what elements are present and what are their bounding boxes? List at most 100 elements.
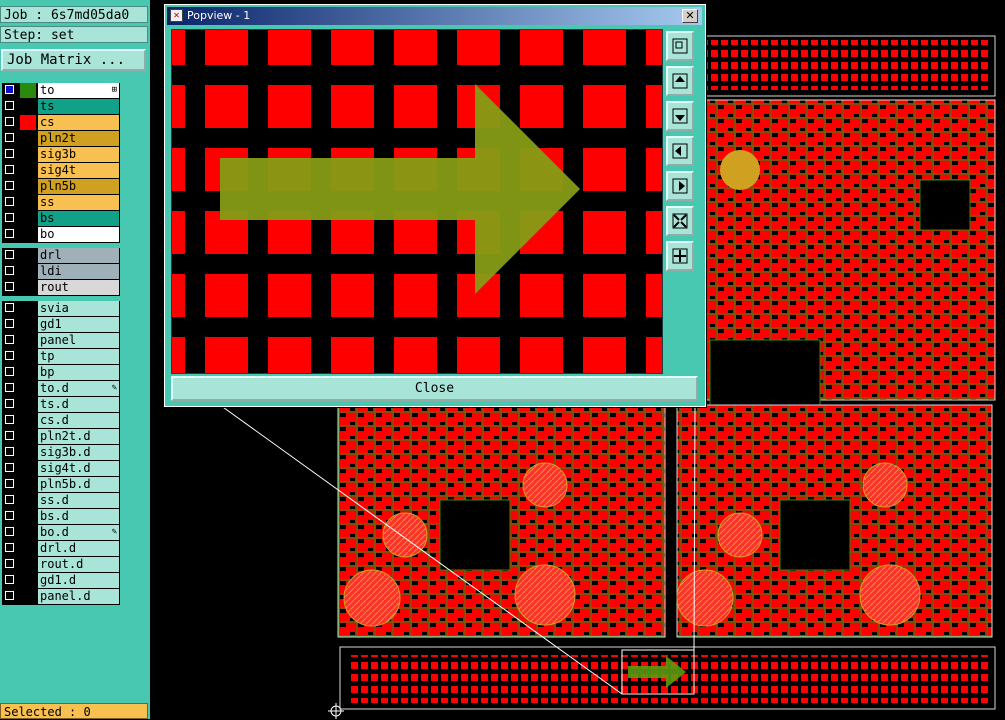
layer-color-swatch[interactable] [20, 317, 36, 332]
layer-color-swatch[interactable] [20, 301, 36, 316]
layer-row-to[interactable]: to ⊞ [2, 83, 120, 98]
popview-canvas[interactable] [171, 29, 663, 374]
layer-name[interactable]: bp [38, 365, 119, 380]
layer-row-gd1[interactable]: gd1 [2, 317, 120, 332]
layer-checkbox[interactable] [5, 399, 14, 408]
layer-name[interactable]: to.d ✎ [38, 381, 119, 396]
layer-name[interactable]: drl.d [38, 541, 119, 556]
layer-name[interactable]: cs.d [38, 413, 119, 428]
layer-row-cs[interactable]: cs [2, 115, 120, 130]
layer-color-swatch[interactable] [20, 248, 36, 263]
layer-row-ldi[interactable]: ldi [2, 264, 120, 279]
layer-color-swatch[interactable] [20, 264, 36, 279]
layer-name[interactable]: bo [38, 227, 119, 242]
layer-color-swatch[interactable] [20, 147, 36, 162]
layer-name[interactable]: pln5b.d [38, 477, 119, 492]
layer-checkbox[interactable] [5, 415, 14, 424]
layer-checkbox[interactable] [5, 101, 14, 110]
layer-color-swatch[interactable] [20, 429, 36, 444]
layer-checkbox[interactable] [5, 282, 14, 291]
layer-name[interactable]: bs [38, 211, 119, 226]
layer-checkbox[interactable] [5, 575, 14, 584]
layer-row-ts-d[interactable]: ts.d [2, 397, 120, 412]
layer-color-swatch[interactable] [20, 461, 36, 476]
layer-row-rout-d[interactable]: rout.d [2, 557, 120, 572]
layer-name[interactable]: tp [38, 349, 119, 364]
layer-name[interactable]: gd1 [38, 317, 119, 332]
layer-row-cs-d[interactable]: cs.d [2, 413, 120, 428]
layer-name[interactable]: svia [38, 301, 119, 316]
pan-up-icon[interactable] [666, 66, 694, 96]
layer-checkbox[interactable] [5, 149, 14, 158]
layer-color-swatch[interactable] [20, 525, 36, 540]
layer-row-ss-d[interactable]: ss.d [2, 493, 120, 508]
layer-color-swatch[interactable] [20, 211, 36, 226]
layer-checkbox[interactable] [5, 431, 14, 440]
layer-color-swatch[interactable] [20, 163, 36, 178]
layer-name[interactable]: drl [38, 248, 119, 263]
layer-color-swatch[interactable] [20, 493, 36, 508]
layer-row-sig4t-d[interactable]: sig4t.d [2, 461, 120, 476]
layer-color-swatch[interactable] [20, 381, 36, 396]
layer-name[interactable]: ss.d [38, 493, 119, 508]
layer-name[interactable]: gd1.d [38, 573, 119, 588]
layer-color-swatch[interactable] [20, 509, 36, 524]
pan-left-icon[interactable] [666, 136, 694, 166]
layer-checkbox[interactable] [5, 117, 14, 126]
layer-color-swatch[interactable] [20, 445, 36, 460]
layer-color-swatch[interactable] [20, 413, 36, 428]
zoom-home-icon[interactable] [666, 31, 694, 61]
zoom-in-icon[interactable] [666, 206, 694, 236]
layer-color-swatch[interactable] [20, 365, 36, 380]
layer-row-bs-d[interactable]: bs.d [2, 509, 120, 524]
layer-color-swatch[interactable] [20, 195, 36, 210]
layer-checkbox[interactable] [5, 303, 14, 312]
layer-checkbox[interactable] [5, 591, 14, 600]
layer-row-gd1-d[interactable]: gd1.d [2, 573, 120, 588]
layer-name[interactable]: ldi [38, 264, 119, 279]
layer-row-sig4t[interactable]: sig4t [2, 163, 120, 178]
layer-checkbox[interactable] [5, 266, 14, 275]
layer-checkbox[interactable] [5, 383, 14, 392]
layer-color-swatch[interactable] [20, 557, 36, 572]
layer-row-bo-d[interactable]: bo.d ✎ [2, 525, 120, 540]
layer-color-swatch[interactable] [20, 280, 36, 295]
layer-color-swatch[interactable] [20, 333, 36, 348]
layer-row-pln5b-d[interactable]: pln5b.d [2, 477, 120, 492]
layer-name[interactable]: sig3b [38, 147, 119, 162]
layer-color-swatch[interactable] [20, 227, 36, 242]
layer-row-bp[interactable]: bp [2, 365, 120, 380]
layer-color-swatch[interactable] [20, 131, 36, 146]
popview-titlebar[interactable]: ✕ Popview - 1 ✕ [167, 7, 702, 25]
layer-checkbox[interactable] [5, 229, 14, 238]
layer-row-pln2t[interactable]: pln2t [2, 131, 120, 146]
layer-row-sig3b[interactable]: sig3b [2, 147, 120, 162]
layer-color-swatch[interactable] [20, 573, 36, 588]
layer-row-svia[interactable]: svia [2, 301, 120, 316]
layer-name[interactable]: cs [38, 115, 119, 130]
layer-checkbox[interactable] [5, 85, 14, 94]
layer-name[interactable]: sig4t.d [38, 461, 119, 476]
layer-checkbox[interactable] [5, 133, 14, 142]
layer-name[interactable]: ts.d [38, 397, 119, 412]
layer-row-panel-d[interactable]: panel.d [2, 589, 120, 604]
layer-row-sig3b-d[interactable]: sig3b.d [2, 445, 120, 460]
layer-name[interactable]: rout.d [38, 557, 119, 572]
layer-color-swatch[interactable] [20, 115, 36, 130]
job-matrix-button[interactable]: Job Matrix ... [1, 49, 146, 71]
layer-row-tp[interactable]: tp [2, 349, 120, 364]
layer-row-drl-d[interactable]: drl.d [2, 541, 120, 556]
popview-close-button[interactable]: Close [171, 376, 698, 401]
layer-checkbox[interactable] [5, 527, 14, 536]
layer-name[interactable]: pln5b [38, 179, 119, 194]
layer-color-swatch[interactable] [20, 179, 36, 194]
layer-row-panel[interactable]: panel [2, 333, 120, 348]
layer-checkbox[interactable] [5, 165, 14, 174]
layer-color-swatch[interactable] [20, 349, 36, 364]
layer-checkbox[interactable] [5, 335, 14, 344]
layer-checkbox[interactable] [5, 351, 14, 360]
layer-name[interactable]: rout [38, 280, 119, 295]
layer-row-rout[interactable]: rout [2, 280, 120, 295]
layer-row-to-d[interactable]: to.d ✎ [2, 381, 120, 396]
layer-checkbox[interactable] [5, 479, 14, 488]
